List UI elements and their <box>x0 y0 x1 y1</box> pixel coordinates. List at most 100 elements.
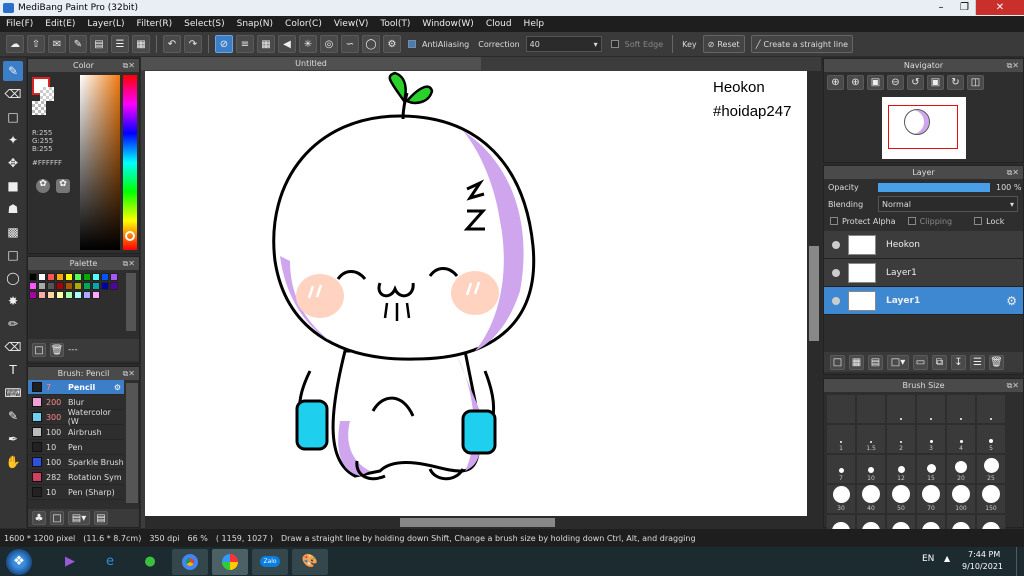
layer-settings-gear-icon[interactable]: ⚙ <box>1006 294 1017 308</box>
cloud-icon[interactable]: ☁ <box>6 35 24 53</box>
brush-row[interactable]: 282 Rotation Sym <box>28 470 124 485</box>
palette-swatch[interactable] <box>47 282 55 290</box>
brush-size-cell[interactable]: 7 <box>826 454 856 484</box>
rect-tool-icon[interactable]: □ <box>3 107 23 127</box>
rotate-right-icon[interactable]: ↻ <box>947 75 964 90</box>
brush-size-cell[interactable] <box>826 394 856 424</box>
brush-size-cell[interactable] <box>916 394 946 424</box>
panel-popout-icon[interactable]: ⧉✕ <box>123 259 135 269</box>
visibility-eye-icon[interactable] <box>832 240 840 249</box>
brush-size-cell[interactable]: 25 <box>976 454 1006 484</box>
brush-row[interactable]: 10 Pen (Sharp) <box>28 485 124 500</box>
brush-row[interactable]: 100 Airbrush <box>28 425 124 440</box>
medibang-icon[interactable] <box>212 548 248 575</box>
new-layer-icon[interactable]: □ <box>830 354 845 370</box>
brush-size-cell[interactable]: 70 <box>916 484 946 514</box>
menu-file[interactable]: File(F) <box>0 19 39 29</box>
brush-size-cell[interactable]: 50 <box>886 484 916 514</box>
palette-swatch[interactable] <box>56 291 64 299</box>
snap-curve-icon[interactable]: ∽ <box>341 35 359 53</box>
secondary-color-swatch[interactable] <box>40 87 54 101</box>
navigator-thumbnail[interactable] <box>882 97 966 159</box>
hand-tool-icon[interactable]: ✋ <box>3 452 23 472</box>
horizontal-scroll-thumb[interactable] <box>400 518 555 527</box>
brush-size-cell[interactable]: 3 <box>916 424 946 454</box>
add-layer-menu-icon[interactable]: □▾ <box>887 354 909 370</box>
palette-swatch[interactable] <box>92 291 100 299</box>
palette-swatch[interactable] <box>92 282 100 290</box>
share-icon[interactable]: ⇧ <box>27 35 45 53</box>
palette-swatch[interactable] <box>74 273 82 281</box>
visibility-eye-icon[interactable] <box>832 268 840 277</box>
close-button[interactable]: ✕ <box>976 0 1024 15</box>
brush-scrollbar[interactable] <box>126 383 138 503</box>
visibility-eye-icon[interactable] <box>832 296 840 305</box>
palette-swatch[interactable] <box>74 282 82 290</box>
clipping-checkbox[interactable] <box>907 217 916 225</box>
color-palette-icon[interactable]: ✿ <box>56 179 70 193</box>
palette-scrollbar[interactable] <box>126 273 136 331</box>
dot-tool-icon[interactable]: ✦ <box>3 130 23 150</box>
panel-popout-icon[interactable]: ⧉✕ <box>123 61 135 71</box>
hue-slider[interactable] <box>123 75 137 250</box>
trash-icon[interactable]: 🗑 <box>989 354 1004 370</box>
rotate-reset-icon[interactable]: ▣ <box>927 75 944 90</box>
new-8bit-layer-icon[interactable]: ▤ <box>868 354 883 370</box>
palette-swatch[interactable] <box>74 291 82 299</box>
transparent-swatch[interactable] <box>32 101 46 115</box>
document-icon[interactable]: ▤ <box>90 35 108 53</box>
palette-swatch[interactable] <box>83 291 91 299</box>
brush-row[interactable]: 7 Pencil ⚙ <box>28 380 124 395</box>
palette-swatch[interactable] <box>29 291 37 299</box>
snap-vanish-icon[interactable]: ◀ <box>278 35 296 53</box>
gradient-tool-icon[interactable]: ▩ <box>3 222 23 242</box>
settings-gear-icon[interactable]: ⚙ <box>383 35 401 53</box>
flip-icon[interactable]: ◫ <box>967 75 984 90</box>
add-brush-icon[interactable]: ♣ <box>32 511 46 525</box>
panel-popout-icon[interactable]: ⧉✕ <box>1007 381 1019 391</box>
panel-popout-icon[interactable]: ⧉✕ <box>1007 168 1019 178</box>
brush-size-cell[interactable]: 10 <box>856 454 886 484</box>
protect-alpha-checkbox[interactable] <box>830 217 838 225</box>
snap-ring-icon[interactable]: ◯ <box>362 35 380 53</box>
palette-swatch[interactable] <box>56 273 64 281</box>
palette-swatch[interactable] <box>47 273 55 281</box>
blending-select[interactable]: Normal ▾ <box>878 196 1018 212</box>
saturation-brightness-picker[interactable] <box>80 75 120 250</box>
zalo-icon[interactable]: Zalo <box>252 548 288 575</box>
brush-size-cell[interactable] <box>946 394 976 424</box>
new-palette-icon[interactable]: □ <box>32 343 46 357</box>
palette-swatch[interactable] <box>38 282 46 290</box>
brush-size-cell[interactable]: 40 <box>856 484 886 514</box>
brush-size-cell[interactable]: 2 <box>886 424 916 454</box>
menu-select[interactable]: Select(S) <box>178 19 231 29</box>
paint-app-icon[interactable]: 🎨 <box>292 548 328 575</box>
chat-icon[interactable]: ✎ <box>69 35 87 53</box>
layer-item[interactable]: Heokon <box>824 231 1023 259</box>
opacity-slider[interactable] <box>878 182 990 192</box>
brush-options-icon[interactable]: ▤ <box>94 511 108 525</box>
snap-parallel-icon[interactable]: ≡ <box>236 35 254 53</box>
brush-size-cell[interactable]: 1 <box>826 424 856 454</box>
lock-checkbox[interactable] <box>974 217 983 225</box>
palette-swatch[interactable] <box>29 282 37 290</box>
move-tool-icon[interactable]: ✥ <box>3 153 23 173</box>
show-desktop-button[interactable] <box>1016 547 1024 576</box>
palette-swatch[interactable] <box>47 291 55 299</box>
snap-off-icon[interactable]: ⊘ <box>215 35 233 53</box>
trash-icon[interactable]: 🗑 <box>50 343 64 357</box>
brush-settings-gear-icon[interactable]: ⚙ <box>114 383 121 392</box>
zoom-in-icon[interactable]: ⊕ <box>847 75 864 90</box>
divide-tool-icon[interactable]: ⌨ <box>3 383 23 403</box>
language-indicator[interactable]: EN <box>922 554 934 564</box>
brush-size-cell[interactable]: 12 <box>886 454 916 484</box>
palette-swatch[interactable] <box>101 282 109 290</box>
select-pen-icon[interactable]: ✏ <box>3 314 23 334</box>
folder-icon[interactable]: ▭ <box>913 354 928 370</box>
rotate-left-icon[interactable]: ↺ <box>907 75 924 90</box>
duplicate-layer-icon[interactable]: ⧉ <box>932 354 947 370</box>
panel-popout-icon[interactable]: ⧉✕ <box>123 369 135 379</box>
comment-icon[interactable]: ✉ <box>48 35 66 53</box>
palette-swatch[interactable] <box>56 282 64 290</box>
internet-explorer-icon[interactable]: e <box>92 549 128 575</box>
